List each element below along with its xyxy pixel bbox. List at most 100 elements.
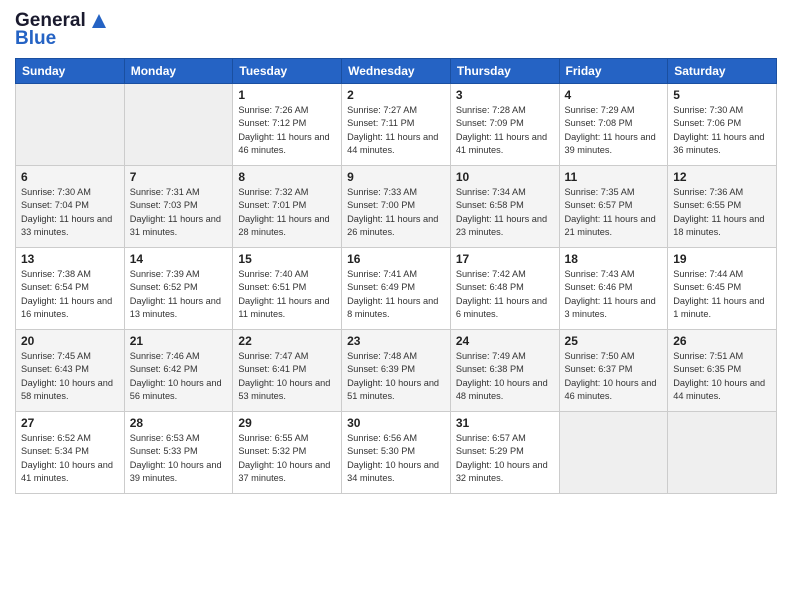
day-info: Sunrise: 7:30 AM Sunset: 7:06 PM Dayligh…: [673, 104, 771, 157]
day-cell: 25Sunrise: 7:50 AM Sunset: 6:37 PM Dayli…: [559, 330, 668, 412]
day-info: Sunrise: 7:28 AM Sunset: 7:09 PM Dayligh…: [456, 104, 554, 157]
day-cell: 24 Sunrise: 7:49 AM Sunset: 6:38 PM Dayli…: [450, 330, 559, 412]
day-number: 27: [21, 416, 119, 430]
day-cell: 2 Sunrise: 7:27 AM Sunset: 7:11 PM Daylig…: [342, 84, 451, 166]
day-cell: 6 Sunrise: 7:30 AM Sunset: 7:04 PM Daylig…: [16, 166, 125, 248]
day-info: Sunrise: 7:51 AM Sunset: 6:35 PM Dayligh…: [673, 350, 771, 403]
day-number: 8: [238, 170, 336, 184]
day-number: 15: [238, 252, 336, 266]
day-cell: 22 Sunrise: 7:47 AM Sunset: 6:41 PM Dayli…: [233, 330, 342, 412]
day-number: 28: [130, 416, 228, 430]
week-row-1: 1Sunrise: 7:26 AM Sunset: 7:12 PM Daylig…: [16, 84, 777, 166]
weekday-tuesday: Tuesday: [233, 59, 342, 84]
day-cell: 14 Sunrise: 7:39 AM Sunset: 6:52 PM Dayli…: [124, 248, 233, 330]
day-number: 1: [238, 88, 336, 102]
day-info: Sunrise: 6:52 AM Sunset: 5:34 PM Dayligh…: [21, 432, 119, 485]
day-cell: 23 Sunrise: 7:48 AM Sunset: 6:39 PM Dayli…: [342, 330, 451, 412]
day-number: 9: [347, 170, 445, 184]
day-info: Sunrise: 7:41 AM Sunset: 6:49 PM Dayligh…: [347, 268, 445, 321]
calendar-table: SundayMondayTuesdayWednesdayThursdayFrid…: [15, 58, 777, 494]
day-cell: [668, 412, 777, 494]
day-number: 3: [456, 88, 554, 102]
logo-blue: Blue: [15, 28, 56, 50]
day-cell: 17 Sunrise: 7:42 AM Sunset: 6:48 PM Dayli…: [450, 248, 559, 330]
day-number: 16: [347, 252, 445, 266]
weekday-wednesday: Wednesday: [342, 59, 451, 84]
day-number: 11: [565, 170, 663, 184]
day-info: Sunrise: 7:40 AM Sunset: 6:51 PM Dayligh…: [238, 268, 336, 321]
day-info: Sunrise: 7:29 AM Sunset: 7:08 PM Dayligh…: [565, 104, 663, 157]
day-number: 19: [673, 252, 771, 266]
day-info: Sunrise: 7:45 AM Sunset: 6:43 PM Dayligh…: [21, 350, 119, 403]
day-info: Sunrise: 7:27 AM Sunset: 7:11 PM Dayligh…: [347, 104, 445, 157]
week-row-5: 27 Sunrise: 6:52 AM Sunset: 5:34 PM Dayli…: [16, 412, 777, 494]
day-cell: 28Sunrise: 6:53 AM Sunset: 5:33 PM Dayli…: [124, 412, 233, 494]
day-number: 6: [21, 170, 119, 184]
day-cell: [16, 84, 125, 166]
day-number: 2: [347, 88, 445, 102]
day-cell: 20 Sunrise: 7:45 AM Sunset: 6:43 PM Dayli…: [16, 330, 125, 412]
week-row-4: 20 Sunrise: 7:45 AM Sunset: 6:43 PM Dayli…: [16, 330, 777, 412]
day-info: Sunrise: 7:33 AM Sunset: 7:00 PM Dayligh…: [347, 186, 445, 239]
day-number: 10: [456, 170, 554, 184]
day-info: Sunrise: 7:30 AM Sunset: 7:04 PM Dayligh…: [21, 186, 119, 239]
day-cell: 29Sunrise: 6:55 AM Sunset: 5:32 PM Dayli…: [233, 412, 342, 494]
day-number: 13: [21, 252, 119, 266]
day-number: 24: [456, 334, 554, 348]
day-info: Sunrise: 7:49 AM Sunset: 6:38 PM Dayligh…: [456, 350, 554, 403]
day-cell: 3 Sunrise: 7:28 AM Sunset: 7:09 PM Daylig…: [450, 84, 559, 166]
day-cell: 12 Sunrise: 7:36 AM Sunset: 6:55 PM Dayli…: [668, 166, 777, 248]
day-info: Sunrise: 7:36 AM Sunset: 6:55 PM Dayligh…: [673, 186, 771, 239]
day-number: 17: [456, 252, 554, 266]
day-cell: 19 Sunrise: 7:44 AM Sunset: 6:45 PM Dayli…: [668, 248, 777, 330]
day-info: Sunrise: 7:35 AM Sunset: 6:57 PM Dayligh…: [565, 186, 663, 239]
day-info: Sunrise: 7:43 AM Sunset: 6:46 PM Dayligh…: [565, 268, 663, 321]
day-info: Sunrise: 7:34 AM Sunset: 6:58 PM Dayligh…: [456, 186, 554, 239]
day-number: 29: [238, 416, 336, 430]
day-number: 14: [130, 252, 228, 266]
day-info: Sunrise: 6:56 AM Sunset: 5:30 PM Dayligh…: [347, 432, 445, 485]
page: General Blue SundayMondayTuesdayWednesda…: [0, 0, 792, 612]
day-number: 4: [565, 88, 663, 102]
weekday-header-row: SundayMondayTuesdayWednesdayThursdayFrid…: [16, 59, 777, 84]
day-cell: 21 Sunrise: 7:46 AM Sunset: 6:42 PM Dayli…: [124, 330, 233, 412]
weekday-monday: Monday: [124, 59, 233, 84]
day-info: Sunrise: 7:47 AM Sunset: 6:41 PM Dayligh…: [238, 350, 336, 403]
day-number: 22: [238, 334, 336, 348]
day-cell: 9 Sunrise: 7:33 AM Sunset: 7:00 PM Daylig…: [342, 166, 451, 248]
day-cell: 15 Sunrise: 7:40 AM Sunset: 6:51 PM Dayli…: [233, 248, 342, 330]
day-number: 25: [565, 334, 663, 348]
weekday-thursday: Thursday: [450, 59, 559, 84]
day-number: 31: [456, 416, 554, 430]
day-cell: 27 Sunrise: 6:52 AM Sunset: 5:34 PM Dayli…: [16, 412, 125, 494]
logo: General Blue: [15, 10, 110, 50]
day-cell: 5 Sunrise: 7:30 AM Sunset: 7:06 PM Daylig…: [668, 84, 777, 166]
day-info: Sunrise: 7:46 AM Sunset: 6:42 PM Dayligh…: [130, 350, 228, 403]
day-number: 20: [21, 334, 119, 348]
day-info: Sunrise: 7:48 AM Sunset: 6:39 PM Dayligh…: [347, 350, 445, 403]
day-number: 26: [673, 334, 771, 348]
day-info: Sunrise: 7:42 AM Sunset: 6:48 PM Dayligh…: [456, 268, 554, 321]
day-cell: 11 Sunrise: 7:35 AM Sunset: 6:57 PM Dayli…: [559, 166, 668, 248]
day-info: Sunrise: 7:44 AM Sunset: 6:45 PM Dayligh…: [673, 268, 771, 321]
day-info: Sunrise: 7:31 AM Sunset: 7:03 PM Dayligh…: [130, 186, 228, 239]
day-info: Sunrise: 6:57 AM Sunset: 5:29 PM Dayligh…: [456, 432, 554, 485]
day-cell: 16 Sunrise: 7:41 AM Sunset: 6:49 PM Dayli…: [342, 248, 451, 330]
day-number: 18: [565, 252, 663, 266]
day-cell: 13Sunrise: 7:38 AM Sunset: 6:54 PM Dayli…: [16, 248, 125, 330]
day-info: Sunrise: 7:32 AM Sunset: 7:01 PM Dayligh…: [238, 186, 336, 239]
day-number: 7: [130, 170, 228, 184]
week-row-3: 13Sunrise: 7:38 AM Sunset: 6:54 PM Dayli…: [16, 248, 777, 330]
day-number: 12: [673, 170, 771, 184]
weekday-friday: Friday: [559, 59, 668, 84]
day-cell: [124, 84, 233, 166]
day-cell: 8 Sunrise: 7:32 AM Sunset: 7:01 PM Daylig…: [233, 166, 342, 248]
day-number: 23: [347, 334, 445, 348]
day-number: 21: [130, 334, 228, 348]
day-cell: 1Sunrise: 7:26 AM Sunset: 7:12 PM Daylig…: [233, 84, 342, 166]
day-number: 5: [673, 88, 771, 102]
header: General Blue: [15, 10, 777, 50]
day-cell: 18 Sunrise: 7:43 AM Sunset: 6:46 PM Dayli…: [559, 248, 668, 330]
day-cell: 26 Sunrise: 7:51 AM Sunset: 6:35 PM Dayli…: [668, 330, 777, 412]
day-info: Sunrise: 7:39 AM Sunset: 6:52 PM Dayligh…: [130, 268, 228, 321]
